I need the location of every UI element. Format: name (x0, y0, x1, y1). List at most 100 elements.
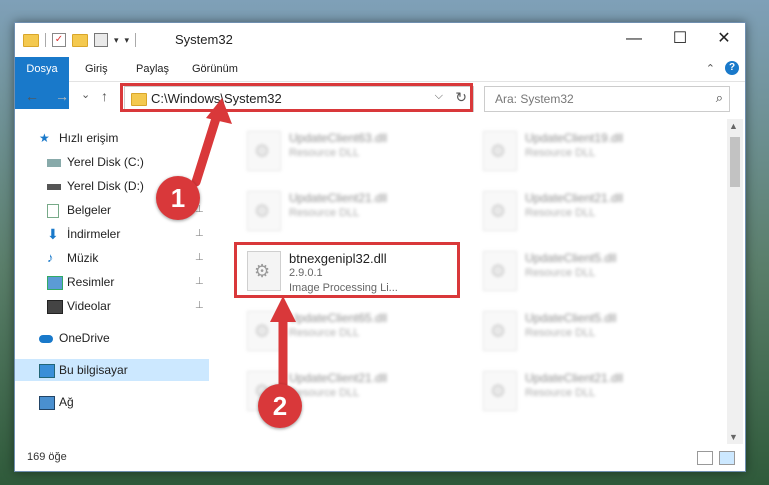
status-bar: 169 öğe (15, 445, 745, 471)
dll-file-icon (247, 311, 281, 351)
sidebar-item-label: Ağ (59, 395, 74, 409)
forward-arrow-icon[interactable]: → (55, 88, 69, 104)
dll-file-icon (247, 191, 281, 231)
sidebar-item-videos[interactable]: Videolar ⊥ (15, 295, 209, 317)
sidebar-item-label: Müzik (67, 251, 99, 265)
sidebar-item-label: Videolar (67, 299, 111, 313)
toolbar-dropdown-icon[interactable]: ▾ (114, 35, 119, 46)
help-icon[interactable]: ? (725, 61, 739, 75)
vertical-scrollbar[interactable]: ▲ ▼ (727, 119, 743, 444)
sidebar-item-onedrive[interactable]: OneDrive (15, 327, 209, 349)
search-icon[interactable]: ⌕ (716, 90, 723, 106)
refresh-icon[interactable]: ↻ (455, 89, 467, 106)
sidebar-item-pictures[interactable]: Resimler ⊥ (15, 271, 209, 293)
search-box[interactable]: Ara: System32 ⌕ (484, 86, 730, 112)
pin-icon[interactable]: ⊥ (195, 247, 204, 269)
tab-share[interactable]: Paylaş (136, 57, 169, 81)
title-bar: ✓ ▾ ▾ System32 — ☐ ✕ (15, 23, 745, 57)
properties-check-icon[interactable]: ✓ (52, 33, 66, 47)
pictures-icon (47, 276, 63, 290)
navigation-pane: ★ Hızlı erişim Yerel Disk (C:) Yerel Dis… (15, 119, 209, 439)
file-name: UpdateClient63.dll (289, 131, 388, 145)
customize-icon[interactable] (94, 33, 108, 47)
sidebar-item-network[interactable]: Ağ (15, 391, 209, 413)
file-item[interactable]: UpdateClient21.dll Resource DLL (239, 185, 449, 237)
dll-file-icon (247, 131, 281, 171)
ribbon: Dosya Giriş Paylaş Görünüm ⌃ ? (15, 57, 745, 109)
sidebar-item-this-pc[interactable]: Bu bilgisayar (15, 359, 209, 381)
sidebar-item-label: Yerel Disk (C:) (67, 155, 144, 169)
dll-file-icon (483, 311, 517, 351)
file-item-btnexgenipl32[interactable]: btnexgenipl32.dll 2.9.0.1 Image Processi… (239, 245, 449, 297)
drive-icon (47, 159, 61, 167)
back-arrow-icon[interactable]: ← (25, 88, 39, 104)
sidebar-item-label: Belgeler (67, 203, 112, 217)
file-item[interactable]: UpdateClient21.dll Resource DLL (475, 365, 685, 417)
item-count: 169 öğe (27, 451, 67, 463)
sidebar-item-label: Hızlı erişim (59, 131, 119, 145)
details-view-icon[interactable] (697, 451, 713, 465)
address-path[interactable]: C:\Windows\System32 (151, 91, 282, 106)
file-name: UpdateClient21.dll (289, 191, 388, 205)
address-bar[interactable]: C:\Windows\System32 ⌵ ↻ (124, 86, 474, 112)
dll-file-icon (483, 251, 517, 291)
computer-icon (39, 364, 55, 378)
scrollbar-thumb[interactable] (730, 137, 740, 187)
toolbar-separator (135, 33, 137, 47)
sidebar-item-label: Resimler (67, 275, 115, 289)
folder-icon (131, 93, 147, 106)
folder-icon (23, 33, 39, 47)
recent-locations-icon[interactable]: ⌄ (81, 88, 90, 101)
file-name: UpdateClient21.dll (289, 371, 388, 385)
file-item[interactable]: UpdateClient63.dll Resource DLL (239, 125, 449, 177)
sidebar-item-label: Bu bilgisayar (59, 363, 128, 377)
sidebar-item-label: OneDrive (59, 331, 110, 345)
pin-icon[interactable]: ⊥ (195, 271, 204, 293)
drive-icon (47, 184, 61, 190)
file-type: Resource DLL (525, 267, 596, 279)
minimize-button[interactable]: — (611, 27, 657, 51)
toolbar-more-icon[interactable]: ▾ (125, 35, 130, 46)
pin-icon[interactable]: ⊥ (195, 295, 204, 317)
file-name: UpdateClient5.dll (525, 251, 617, 265)
pin-icon[interactable]: ⊥ (195, 223, 204, 245)
file-type: Resource DLL (525, 147, 596, 159)
file-type: Resource DLL (289, 207, 360, 219)
sidebar-item-quick-access[interactable]: ★ Hızlı erişim (15, 127, 209, 149)
dll-file-icon (483, 371, 517, 411)
window-title: System32 (175, 32, 233, 47)
file-name: UpdateClient19.dll (525, 131, 624, 145)
file-item[interactable]: UpdateClient21.dll Resource DLL (475, 185, 685, 237)
new-folder-icon[interactable] (72, 33, 88, 47)
dll-file-icon (483, 131, 517, 171)
quick-access-toolbar: ✓ ▾ ▾ (23, 33, 137, 47)
close-button[interactable]: ✕ (701, 27, 745, 51)
file-item[interactable]: UpdateClient5.dll Resource DLL (475, 305, 685, 357)
sidebar-item-music[interactable]: ♪ Müzik ⊥ (15, 247, 209, 269)
sidebar-item-label: Yerel Disk (D:) (67, 179, 144, 193)
scroll-down-icon[interactable]: ▼ (729, 432, 738, 442)
file-item[interactable]: UpdateClient65.dll Resource DLL (239, 305, 449, 357)
file-item[interactable]: UpdateClient5.dll Resource DLL (475, 245, 685, 297)
address-dropdown-icon[interactable]: ⌵ (435, 90, 443, 103)
maximize-button[interactable]: ☐ (657, 27, 703, 51)
sidebar-item-label: İndirmeler (67, 227, 121, 241)
file-item[interactable]: UpdateClient19.dll Resource DLL (475, 125, 685, 177)
toolbar-separator (45, 33, 46, 47)
search-placeholder[interactable]: Ara: System32 (495, 92, 574, 106)
tab-view[interactable]: Görünüm (192, 57, 238, 81)
tab-home[interactable]: Giriş (85, 57, 108, 81)
scroll-up-icon[interactable]: ▲ (729, 121, 738, 131)
music-icon: ♪ (47, 250, 54, 265)
sidebar-item-downloads[interactable]: ⬇ İndirmeler ⊥ (15, 223, 209, 245)
explorer-window: ✓ ▾ ▾ System32 — ☐ ✕ Dosya Giriş Paylaş … (14, 22, 746, 472)
sidebar-item-local-disk-c[interactable]: Yerel Disk (C:) (15, 151, 209, 173)
dll-file-icon (483, 191, 517, 231)
dll-file-icon (247, 251, 281, 291)
step-badge-1: 1 (156, 176, 200, 220)
large-icons-view-icon[interactable] (719, 451, 735, 465)
ribbon-expand-icon[interactable]: ⌃ (706, 62, 715, 75)
up-arrow-icon[interactable]: ↑ (101, 88, 108, 104)
step-badge-2: 2 (258, 384, 302, 428)
video-icon (47, 300, 63, 314)
